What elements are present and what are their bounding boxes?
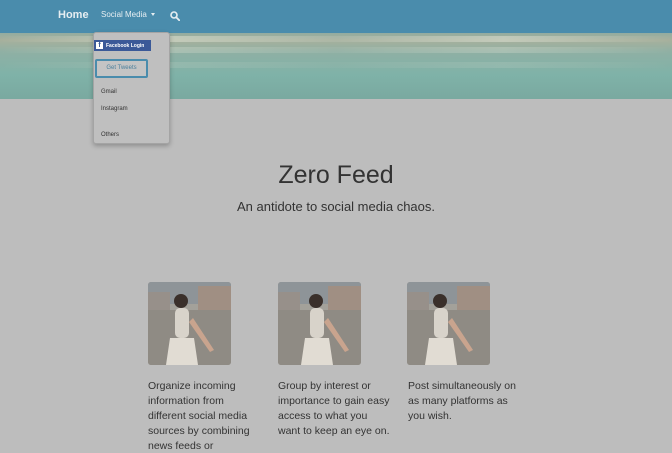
nav-social-media-dropdown[interactable]: Social Media xyxy=(101,10,155,19)
feature-text-2: Group by interest or importance to gain … xyxy=(278,380,390,437)
dropdown-item-instagram[interactable]: Instagram xyxy=(101,106,128,112)
caret-down-icon xyxy=(150,13,155,17)
social-media-dropdown-menu: f Facebook Login Get Tweets Gmail Instag… xyxy=(93,32,170,144)
feature-image-2 xyxy=(278,282,361,365)
dropdown-item-others[interactable]: Others xyxy=(101,132,119,138)
feature-image-3 xyxy=(407,282,490,365)
facebook-login-button[interactable]: f Facebook Login xyxy=(94,40,151,51)
facebook-login-label: Facebook Login xyxy=(106,42,145,49)
dropdown-item-gmail[interactable]: Gmail xyxy=(101,89,117,95)
feature-image-1 xyxy=(148,282,231,365)
navbar: Home Social Media xyxy=(0,0,672,33)
feature-text-3: Post simultaneously on as many platforms… xyxy=(408,380,516,422)
nav-social-media-label: Social Media xyxy=(101,10,147,19)
get-tweets-button[interactable]: Get Tweets xyxy=(95,59,148,78)
facebook-icon: f xyxy=(96,42,103,49)
page-title: Zero Feed xyxy=(278,161,394,189)
page-subtitle: An antidote to social media chaos. xyxy=(236,199,435,214)
feature-text-1: Organize incoming information from diffe… xyxy=(148,380,250,452)
search-icon[interactable] xyxy=(170,11,180,21)
nav-home-link[interactable]: Home xyxy=(58,9,89,21)
